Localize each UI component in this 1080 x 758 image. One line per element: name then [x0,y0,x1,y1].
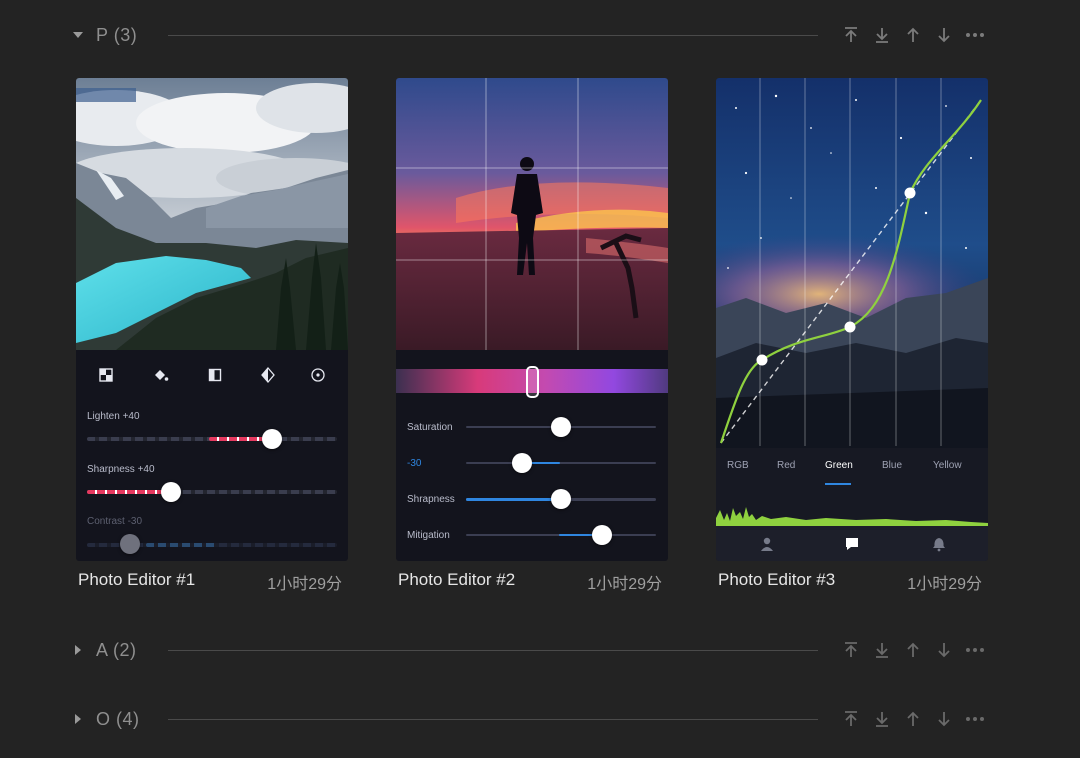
channel-tab-red[interactable]: Red [777,460,795,471]
contrast-slider-knob[interactable] [120,534,140,554]
card-footer-1: Photo Editor #1 1小时29分 [76,568,348,594]
card-time: 1小时29分 [267,576,342,593]
section-title: A (2) [96,640,137,660]
sharpness-slider-knob[interactable] [161,482,181,502]
shrapness-slider-knob[interactable] [551,489,571,509]
milky-way-photo [716,78,988,448]
move-to-bottom-icon[interactable] [871,708,893,730]
move-down-icon[interactable] [933,639,955,661]
saturation-slider-knob[interactable] [551,417,571,437]
card-title[interactable]: Photo Editor #2 [398,570,515,590]
section-divider [168,35,818,36]
slider-label-shrapness: Shrapness [407,494,455,505]
caret-right-icon[interactable] [71,643,85,657]
card-footer-2: Photo Editor #2 1小时29分 [396,568,668,594]
more-icon[interactable] [964,639,986,661]
section-header-a[interactable]: A (2) [0,635,1080,665]
slider-label-minus-30: -30 [407,458,422,469]
contrast-icon[interactable] [258,365,278,385]
slider-label-contrast: Contrast -30 [87,516,143,527]
fill-bucket-icon[interactable] [151,365,171,385]
section-title: O (4) [96,709,140,729]
move-to-bottom-icon[interactable] [871,639,893,661]
card-title[interactable]: Photo Editor #3 [718,570,835,590]
move-to-bottom-icon[interactable] [871,24,893,46]
split-view-icon[interactable] [205,365,225,385]
shrapness-slider-fill [466,498,561,501]
sunset-photo [396,78,668,350]
active-tab-indicator [825,483,851,485]
move-up-icon[interactable] [902,24,924,46]
slider-label-lighten: Lighten +40 [87,411,140,422]
card-time: 1小时29分 [587,576,662,593]
contrast-slider-fill [146,543,216,547]
minus30-slider-track[interactable] [466,462,656,464]
caret-down-icon[interactable] [71,28,85,42]
card-title[interactable]: Photo Editor #1 [78,570,195,590]
sharpness-slider-fill [87,490,172,494]
card-footer-3: Photo Editor #3 1小时29分 [716,568,988,594]
move-up-icon[interactable] [902,639,924,661]
move-down-icon[interactable] [933,24,955,46]
caret-right-icon[interactable] [71,712,85,726]
move-to-top-icon[interactable] [840,24,862,46]
move-up-icon[interactable] [902,708,924,730]
more-icon[interactable] [964,708,986,730]
bell-icon[interactable] [929,534,949,554]
card-photo-editor-1[interactable]: Lighten +40 Sharpness +40 Contrast -30 [76,78,348,561]
move-down-icon[interactable] [933,708,955,730]
move-to-top-icon[interactable] [840,708,862,730]
section-header-o[interactable]: O (4) [0,704,1080,734]
slider-label-saturation: Saturation [407,422,453,433]
section-title: P (3) [96,25,138,45]
channel-tab-green[interactable]: Green [825,460,853,471]
section-divider [168,650,818,651]
slider-label-sharpness: Sharpness +40 [87,464,155,475]
grid-icon[interactable] [96,365,116,385]
person-icon[interactable] [757,534,777,554]
section-header-p[interactable]: P (3) [0,20,1080,50]
chat-icon[interactable] [842,534,862,554]
channel-tab-yellow[interactable]: Yellow [933,460,962,471]
channel-tab-blue[interactable]: Blue [882,460,902,471]
mitigation-slider-knob[interactable] [592,525,612,545]
hue-slider-handle[interactable] [526,366,539,398]
mountain-lake-photo [76,78,348,350]
card-time: 1小时29分 [907,576,982,593]
green-histogram [716,507,988,526]
lighten-slider-knob[interactable] [262,429,282,449]
tool-row [76,361,348,391]
radial-icon[interactable] [308,365,328,385]
minus30-slider-knob[interactable] [512,453,532,473]
card-photo-editor-3[interactable]: RGB Red Green Blue Yellow [716,78,988,561]
move-to-top-icon[interactable] [840,639,862,661]
more-icon[interactable] [964,24,986,46]
section-divider [168,719,818,720]
channel-tab-rgb[interactable]: RGB [727,460,749,471]
slider-label-mitigation: Mitigation [407,530,450,541]
card-photo-editor-2[interactable]: Saturation -30 Shrapness Mitigation [396,78,668,561]
